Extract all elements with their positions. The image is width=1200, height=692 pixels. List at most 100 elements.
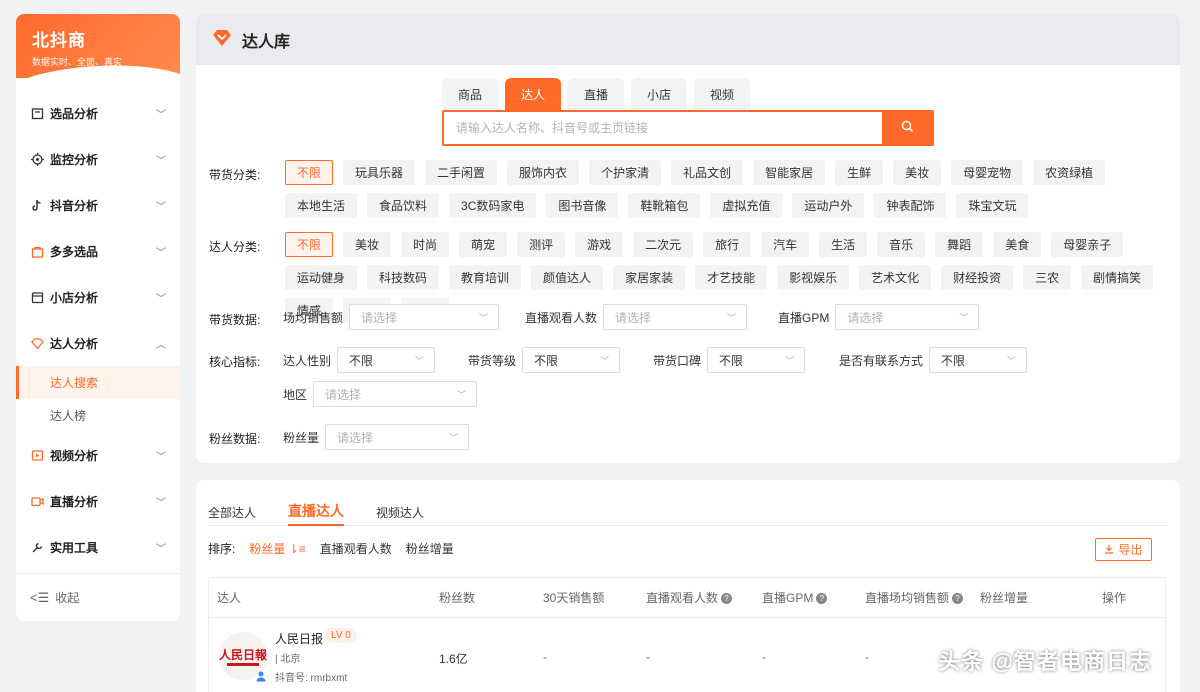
goods-category-chip[interactable]: 玩具乐器 bbox=[343, 160, 416, 185]
creator-category-chip[interactable]: 舞蹈 bbox=[935, 232, 984, 257]
column-header[interactable]: 粉丝增量 bbox=[980, 589, 1028, 606]
creator-category-chip[interactable]: 游戏 bbox=[575, 232, 624, 257]
creator-category-chip[interactable]: 萌宠 bbox=[459, 232, 508, 257]
search-button[interactable] bbox=[882, 112, 932, 144]
goods-category-chip[interactable]: 农资绿植 bbox=[1033, 160, 1106, 185]
search-input[interactable] bbox=[444, 112, 882, 144]
goods-category-chip[interactable]: 二手闲置 bbox=[425, 160, 498, 185]
sidebar-item-live-analysis[interactable]: 直播分析 ﹀ bbox=[16, 478, 180, 524]
column-header-label: 直播场均销售额 bbox=[865, 591, 950, 605]
tab-live[interactable]: 直播 bbox=[568, 78, 624, 110]
creator-category-chip[interactable]: 剧情搞笑 bbox=[1081, 265, 1154, 290]
tab-live-creators[interactable]: 直播达人 bbox=[288, 498, 345, 526]
sort-by-live-viewers[interactable]: 直播观看人数 bbox=[320, 540, 392, 557]
fans-select[interactable]: 请选择 ﹀ bbox=[325, 424, 470, 450]
goods-category-chip[interactable]: 生鲜 bbox=[835, 160, 884, 185]
tab-products[interactable]: 商品 bbox=[442, 78, 498, 110]
export-button[interactable]: 导出 bbox=[1095, 538, 1152, 561]
sort-by-fans-growth[interactable]: 粉丝增量 bbox=[406, 540, 454, 557]
goods-category-chip[interactable]: 虚拟充值 bbox=[710, 193, 783, 218]
tiktok-icon bbox=[30, 198, 44, 212]
goods-category-chip[interactable]: 礼品文创 bbox=[671, 160, 744, 185]
goods-category-chip[interactable]: 钟表配饰 bbox=[874, 193, 947, 218]
diamond-icon bbox=[212, 29, 232, 50]
region-select[interactable]: 请选择 ﹀ bbox=[313, 381, 478, 407]
tab-all-creators[interactable]: 全部达人 bbox=[208, 498, 256, 526]
creator-category-chip[interactable]: 不限 bbox=[285, 232, 334, 257]
creator-category-chip[interactable]: 旅行 bbox=[703, 232, 752, 257]
goods-category-chip[interactable]: 个护家清 bbox=[589, 160, 662, 185]
filter-label: 带货口碑 bbox=[653, 353, 702, 368]
sidebar-item-video-analysis[interactable]: 视频分析 ﹀ bbox=[16, 432, 180, 478]
sidebar-item-tools[interactable]: 实用工具 ﹀ bbox=[16, 524, 180, 570]
goods-category-chip[interactable]: 美妆 bbox=[893, 160, 942, 185]
column-header-viewers[interactable]: 直播观看人数? bbox=[646, 589, 733, 606]
collapse-sidebar-button[interactable]: <☰ 收起 bbox=[16, 573, 180, 621]
sidebar-subitem-creator-ranking[interactable]: 达人榜 bbox=[16, 399, 180, 432]
goods-category-chip[interactable]: 食品饮料 bbox=[367, 193, 440, 218]
creator-category-chip[interactable]: 汽车 bbox=[761, 232, 810, 257]
sales-level-select[interactable]: 不限 ﹀ bbox=[522, 347, 621, 373]
tab-creators[interactable]: 达人 bbox=[505, 78, 561, 110]
goods-category-chip[interactable]: 运动户外 bbox=[792, 193, 865, 218]
creator-category-chip[interactable]: 财经投资 bbox=[941, 265, 1014, 290]
sidebar-item-creator-analysis[interactable]: 达人分析 ︿ bbox=[16, 320, 180, 366]
live-viewers-select[interactable]: 请选择 ﹀ bbox=[603, 304, 748, 330]
sidebar-subitem-creator-search[interactable]: 达人搜索 bbox=[16, 366, 180, 399]
sort-by-fans[interactable]: 粉丝量 ⇂≡ bbox=[249, 540, 305, 557]
goods-category-chip[interactable]: 母婴宠物 bbox=[951, 160, 1024, 185]
sidebar-item-monitor-analysis[interactable]: 监控分析 ﹀ bbox=[16, 136, 180, 182]
creator-category-chip[interactable]: 影视娱乐 bbox=[777, 265, 850, 290]
creator-category-chip[interactable]: 时尚 bbox=[401, 232, 450, 257]
creator-name[interactable]: 人民日报 bbox=[275, 630, 323, 647]
help-icon[interactable]: ? bbox=[816, 593, 828, 605]
sort-label: 排序: bbox=[208, 542, 236, 556]
brand-subtitle: 数据实时、全面、真实 bbox=[32, 57, 123, 67]
help-icon[interactable]: ? bbox=[721, 593, 733, 605]
reputation-select[interactable]: 不限 ﹀ bbox=[707, 347, 806, 373]
chevron-down-icon: ﹀ bbox=[457, 389, 467, 400]
creator-category-chip[interactable]: 艺术文化 bbox=[859, 265, 932, 290]
tab-videos[interactable]: 视频 bbox=[694, 78, 750, 110]
column-header-gpm[interactable]: 直播GPM? bbox=[762, 589, 828, 606]
creator-category-chip[interactable]: 才艺技能 bbox=[695, 265, 768, 290]
goods-category-chip[interactable]: 服饰内衣 bbox=[507, 160, 580, 185]
contact-select[interactable]: 不限 ﹀ bbox=[929, 347, 1028, 373]
sidebar-item-store-analysis[interactable]: 小店分析 ﹀ bbox=[16, 274, 180, 320]
goods-category-chip[interactable]: 本地生活 bbox=[285, 193, 358, 218]
goods-category-chip[interactable]: 3C数码家电 bbox=[449, 193, 537, 218]
creator-category-chip[interactable]: 母婴亲子 bbox=[1051, 232, 1124, 257]
creator-category-chip[interactable]: 生活 bbox=[819, 232, 868, 257]
sort-bar: 排序: 粉丝量 ⇂≡ 直播观看人数 粉丝增量 bbox=[208, 540, 454, 557]
goods-category-chip[interactable]: 不限 bbox=[285, 160, 334, 185]
creator-category-chip[interactable]: 二次元 bbox=[633, 232, 694, 257]
creator-category-chip[interactable]: 科技数码 bbox=[367, 265, 440, 290]
goods-category-chip[interactable]: 智能家居 bbox=[753, 160, 826, 185]
creator-category-chip[interactable]: 运动健身 bbox=[285, 265, 358, 290]
sidebar-item-pdd-selection[interactable]: 多多选品 ﹀ bbox=[16, 228, 180, 274]
sidebar-nav: 选品分析 ﹀ 监控分析 ﹀ 抖音分析 ﹀ 多多选品 ﹀ 小店分析 ﹀ 达人分析 … bbox=[16, 90, 180, 570]
creator-category-chip[interactable]: 测评 bbox=[517, 232, 566, 257]
column-header[interactable]: 粉丝数 bbox=[439, 589, 475, 606]
avg-sales-select[interactable]: 请选择 ﹀ bbox=[349, 304, 500, 330]
goods-category-chip[interactable]: 珠宝文玩 bbox=[956, 193, 1029, 218]
live-gpm-select[interactable]: 请选择 ﹀ bbox=[835, 304, 980, 330]
gender-select[interactable]: 不限 ﹀ bbox=[337, 347, 436, 373]
sidebar-item-douyin-analysis[interactable]: 抖音分析 ﹀ bbox=[16, 182, 180, 228]
creator-category-chip[interactable]: 美食 bbox=[993, 232, 1042, 257]
tab-stores[interactable]: 小店 bbox=[631, 78, 687, 110]
goods-category-chip[interactable]: 鞋靴箱包 bbox=[628, 193, 701, 218]
help-icon[interactable]: ? bbox=[952, 593, 964, 605]
creator-category-chip[interactable]: 三农 bbox=[1023, 265, 1072, 290]
column-header[interactable]: 30天销售额 bbox=[543, 589, 604, 606]
creator-category-chip[interactable]: 教育培训 bbox=[449, 265, 522, 290]
sidebar-item-label: 实用工具 bbox=[50, 540, 99, 555]
goods-category-chip[interactable]: 图书音像 bbox=[546, 193, 619, 218]
creator-category-chip[interactable]: 颜值达人 bbox=[531, 265, 604, 290]
creator-category-chip[interactable]: 美妆 bbox=[343, 232, 392, 257]
creator-category-chip[interactable]: 家居家装 bbox=[613, 265, 686, 290]
creator-category-chip[interactable]: 音乐 bbox=[877, 232, 926, 257]
sales-30d: - bbox=[543, 650, 547, 664]
column-header-avg-sales[interactable]: 直播场均销售额? bbox=[865, 589, 964, 606]
tab-video-creators[interactable]: 视频达人 bbox=[376, 498, 424, 526]
